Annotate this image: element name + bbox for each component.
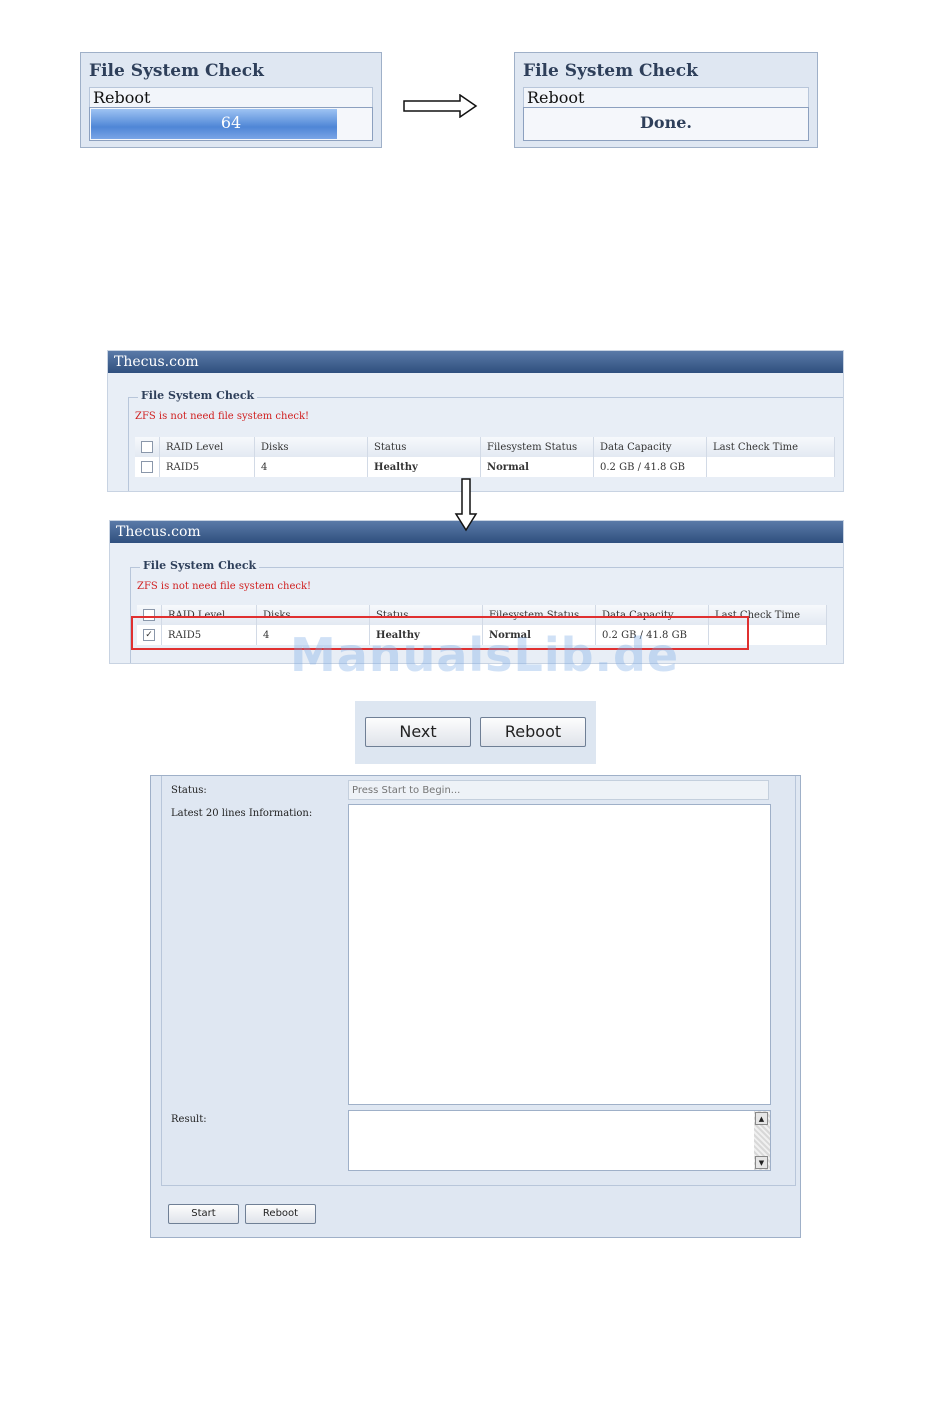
col-last-check-time[interactable]: Last Check Time bbox=[706, 437, 835, 457]
done-bar: Done. bbox=[523, 107, 809, 141]
col-filesystem-status[interactable]: Filesystem Status bbox=[480, 437, 594, 457]
fieldset-legend: File System Check bbox=[140, 559, 260, 572]
col-status[interactable]: Status bbox=[367, 437, 481, 457]
cell-raid: RAID5 bbox=[159, 457, 255, 477]
thecus-panel-1: Thecus.com File System Check ZFS is not … bbox=[107, 350, 844, 492]
done-label: Done. bbox=[640, 113, 692, 132]
col-disks[interactable]: Disks bbox=[254, 437, 368, 457]
result-textarea[interactable]: ▲ ▼ bbox=[348, 1110, 771, 1171]
scroll-down-icon[interactable]: ▼ bbox=[755, 1156, 768, 1169]
cell-status: Healthy bbox=[367, 457, 481, 477]
progress-bar: 64 bbox=[89, 107, 373, 141]
cell-last-check bbox=[706, 457, 835, 477]
next-button[interactable]: Next bbox=[365, 717, 471, 747]
dialog-title: File System Check bbox=[89, 61, 264, 81]
panel-header: Thecus.com bbox=[108, 351, 843, 373]
watermark: ManualsLib.de bbox=[290, 628, 680, 682]
arrow-right-icon bbox=[403, 94, 478, 118]
zfs-warning: ZFS is not need file system check! bbox=[137, 581, 312, 592]
col-raid-level[interactable]: RAID Level bbox=[159, 437, 255, 457]
row-checkbox[interactable] bbox=[141, 461, 153, 473]
scroll-up-icon[interactable]: ▲ bbox=[755, 1112, 768, 1125]
table-row[interactable]: RAID5 4 Healthy Normal 0.2 GB / 41.8 GB bbox=[135, 457, 835, 477]
nav-button-bar: Next Reboot bbox=[355, 701, 596, 764]
dialog-subtitle: Reboot bbox=[89, 87, 373, 109]
cell-disks: 4 bbox=[254, 457, 368, 477]
info-textarea[interactable] bbox=[348, 804, 771, 1105]
raid-table: RAID Level Disks Status Filesystem Statu… bbox=[135, 437, 835, 477]
select-all-checkbox[interactable] bbox=[141, 441, 153, 453]
zfs-warning: ZFS is not need file system check! bbox=[135, 411, 310, 422]
start-button[interactable]: Start bbox=[168, 1204, 239, 1224]
progress-label: 64 bbox=[220, 113, 242, 132]
result-label: Result: bbox=[171, 1114, 207, 1125]
status-field[interactable] bbox=[348, 780, 769, 800]
reboot-button[interactable]: Reboot bbox=[480, 717, 586, 747]
col-data-capacity[interactable]: Data Capacity bbox=[593, 437, 707, 457]
cell-capacity: 0.2 GB / 41.8 GB bbox=[593, 457, 707, 477]
table-header-row: RAID Level Disks Status Filesystem Statu… bbox=[135, 437, 835, 457]
dialog-title: File System Check bbox=[523, 61, 698, 81]
form-reboot-button[interactable]: Reboot bbox=[245, 1204, 316, 1224]
progress-dialog: File System Check Reboot 64 bbox=[80, 52, 382, 148]
arrow-down-icon bbox=[454, 478, 478, 532]
dialog-subtitle: Reboot bbox=[523, 87, 809, 109]
status-label: Status: bbox=[171, 785, 207, 796]
cell-fs-status: Normal bbox=[480, 457, 594, 477]
result-scrollbar[interactable]: ▲ ▼ bbox=[754, 1111, 770, 1170]
done-dialog: File System Check Reboot Done. bbox=[514, 52, 818, 148]
fieldset-legend: File System Check bbox=[138, 389, 258, 402]
info-label: Latest 20 lines Information: bbox=[171, 808, 313, 819]
check-form-panel: Status: Latest 20 lines Information: Res… bbox=[150, 775, 801, 1238]
